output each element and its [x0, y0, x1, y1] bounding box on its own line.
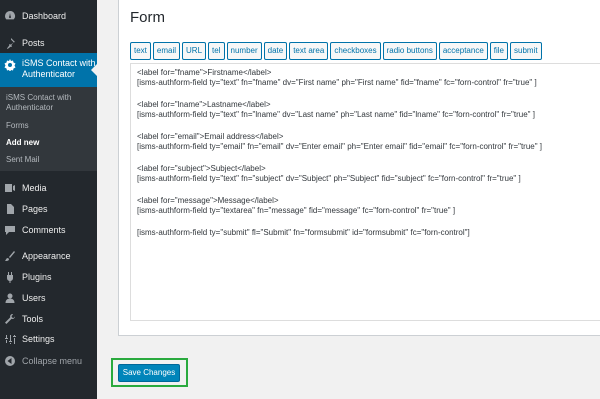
tag-button-number[interactable]: number — [226, 42, 262, 60]
page-icon — [4, 203, 16, 215]
code-line: <label for="subject">Subject</label> — [137, 164, 266, 173]
tag-button-url[interactable]: URL — [182, 42, 207, 60]
code-line: <label for="lname">Lastname</label> — [137, 100, 271, 109]
dashboard-icon — [4, 10, 16, 22]
sidebar-item-dashboard[interactable]: Dashboard — [0, 7, 97, 25]
code-line: <label for="fname">Firstname</label> — [137, 68, 272, 77]
code-line: [isms-authform-field ty="email" fn="emai… — [137, 142, 543, 151]
sidebar-item-label: Pages — [22, 204, 48, 214]
plug-icon — [4, 271, 16, 283]
submenu-item-sent-mail[interactable]: Sent Mail — [6, 155, 94, 165]
sidebar-item-users[interactable]: Users — [0, 289, 97, 307]
tag-button-submit[interactable]: submit — [510, 42, 542, 60]
submenu-item-isms-contact[interactable]: iSMS Contact with Authenticator — [6, 93, 94, 113]
sidebar-item-label: Settings — [22, 334, 55, 344]
user-icon — [4, 292, 16, 304]
sidebar-item-label: Plugins — [22, 272, 52, 282]
submenu-item-forms[interactable]: Forms — [6, 121, 94, 131]
save-changes-button[interactable]: Save Changes — [118, 364, 180, 382]
sidebar-item-comments[interactable]: Comments — [0, 221, 97, 239]
tag-button-checkboxes[interactable]: checkboxes — [330, 42, 381, 60]
sidebar-item-plugins[interactable]: Plugins — [0, 268, 97, 286]
sidebar-item-tools[interactable]: Tools — [0, 310, 97, 328]
code-line: [isms-authform-field ty="submit" fl="Sub… — [137, 228, 470, 237]
code-line: <label for="message">Message</label> — [137, 196, 279, 205]
sidebar-item-collapse-menu[interactable]: Collapse menu — [0, 352, 97, 370]
tag-button-file[interactable]: file — [489, 42, 509, 60]
sidebar-item-pages[interactable]: Pages — [0, 200, 97, 218]
code-line: <label for="email">Email address</label> — [137, 132, 284, 141]
admin-sidebar: Dashboard Posts iSMS Contact with Authen… — [0, 0, 97, 399]
sidebar-item-posts[interactable]: Posts — [0, 34, 97, 52]
sidebar-item-label: Appearance — [22, 251, 71, 261]
sidebar-item-settings[interactable]: Settings — [0, 330, 97, 348]
code-line: [isms-authform-field ty="text" fn="subje… — [137, 174, 521, 183]
pin-icon — [4, 37, 16, 49]
sidebar-item-label: iSMS Contact with Authenticator — [22, 58, 96, 79]
sidebar-item-label: Posts — [22, 38, 45, 48]
code-line: [isms-authform-field ty="text" fn="lname… — [137, 110, 535, 119]
sidebar-item-label: Dashboard — [22, 11, 67, 21]
tag-button-tel[interactable]: tel — [208, 42, 225, 60]
submenu-item-add-new[interactable]: Add new — [6, 138, 94, 148]
sidebar-item-label: Media — [22, 183, 47, 193]
tag-toolbar: text email URL tel number date text area… — [130, 42, 544, 60]
tag-button-radio-buttons[interactable]: radio buttons — [382, 42, 437, 60]
settings-icon — [4, 333, 16, 345]
sidebar-item-label: Collapse menu — [22, 356, 83, 366]
brush-icon — [4, 250, 16, 262]
wrench-icon — [4, 313, 16, 325]
tag-button-text[interactable]: text — [130, 42, 151, 60]
collapse-icon — [4, 355, 16, 367]
tag-button-date[interactable]: date — [263, 42, 288, 60]
sidebar-submenu: iSMS Contact with Authenticator Forms Ad… — [0, 87, 97, 171]
sidebar-item-label: Tools — [22, 314, 44, 324]
sidebar-item-label: Users — [22, 293, 46, 303]
page-title: Form — [130, 9, 165, 26]
code-line: [isms-authform-field ty="text" fn="fname… — [137, 78, 537, 87]
sidebar-item-appearance[interactable]: Appearance — [0, 247, 97, 265]
code-line: [isms-authform-field ty="textarea" fn="m… — [137, 206, 456, 215]
tag-button-email[interactable]: email — [152, 42, 181, 60]
media-icon — [4, 182, 16, 194]
gear-icon — [4, 59, 16, 72]
tag-button-text-area[interactable]: text area — [289, 42, 329, 60]
sidebar-item-isms-contact[interactable]: iSMS Contact with Authenticator — [0, 53, 97, 87]
active-menu-pointer — [91, 64, 97, 76]
tag-button-acceptance[interactable]: acceptance — [438, 42, 488, 60]
comment-icon — [4, 224, 16, 236]
form-code-editor[interactable]: <label for="fname">Firstname</label> [is… — [130, 63, 600, 321]
sidebar-item-media[interactable]: Media — [0, 179, 97, 197]
sidebar-item-label: Comments — [22, 225, 66, 235]
